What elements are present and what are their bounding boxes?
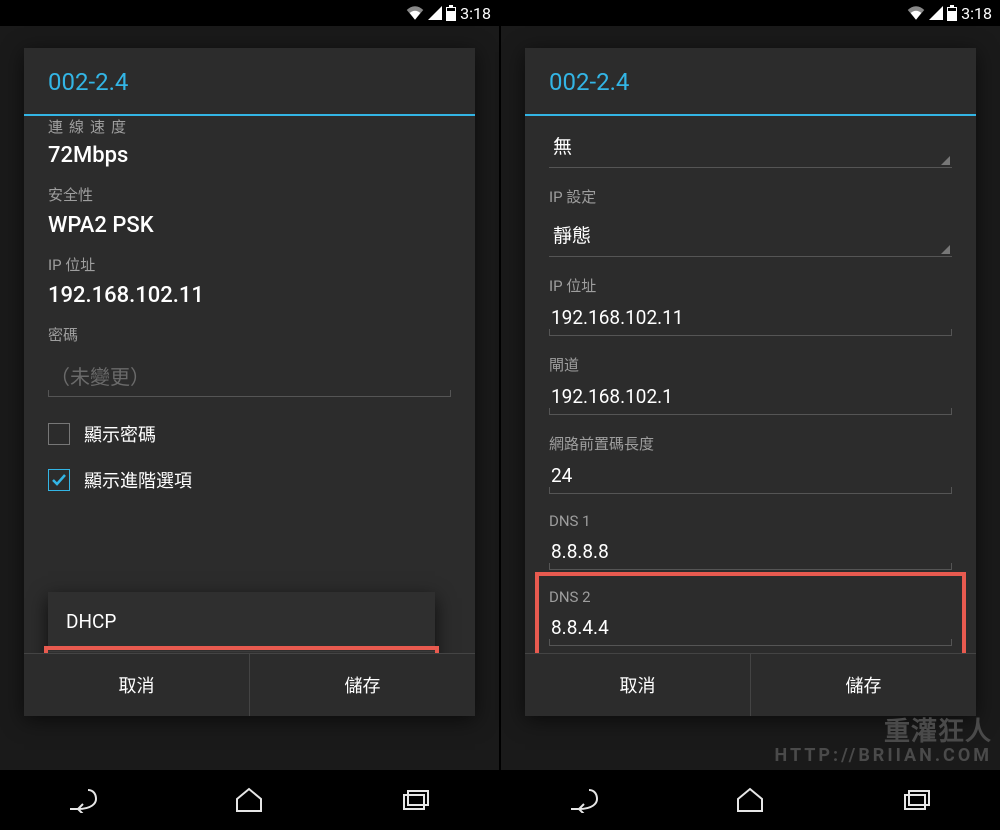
dns1-label: DNS 1 xyxy=(525,504,976,532)
ip-settings-spinner[interactable]: 靜態 xyxy=(549,213,952,257)
show-advanced-label: 顯示進階選項 xyxy=(84,467,192,493)
ip-address-label: IP 位址 xyxy=(48,254,451,275)
phone-left: 3:18 002-2.4 連線速度 72Mbps 安全性 WPA2 PSK IP… xyxy=(0,0,499,830)
password-input[interactable]: （未變更） xyxy=(48,355,451,397)
signal-icon xyxy=(428,6,442,20)
link-speed-label: 連線速度 xyxy=(24,116,475,137)
battery-icon xyxy=(947,5,957,21)
dropdown-item-dhcp[interactable]: DHCP xyxy=(48,592,435,652)
proxy-spinner[interactable]: 無 xyxy=(549,124,952,168)
dialog-buttons: 取消 儲存 xyxy=(24,653,475,716)
show-password-label: 顯示密碼 xyxy=(84,421,156,447)
save-button[interactable]: 儲存 xyxy=(250,654,475,716)
dropdown-item-static[interactable]: 靜態 xyxy=(48,652,435,653)
dns1-value: 8.8.8.8 xyxy=(551,540,609,563)
wifi-dialog: 002-2.4 無 IP 設定 靜態 IP 位址 192.168.102.11 … xyxy=(525,48,976,716)
prefix-input[interactable]: 24 xyxy=(549,458,952,494)
dialog-buttons: 取消 儲存 xyxy=(525,653,976,716)
status-bar: 3:18 xyxy=(0,0,499,26)
show-advanced-checkbox[interactable] xyxy=(48,469,70,491)
home-icon[interactable] xyxy=(734,784,766,816)
home-icon[interactable] xyxy=(233,784,265,816)
battery-icon xyxy=(446,5,456,21)
recent-icon[interactable] xyxy=(400,784,432,816)
cancel-button[interactable]: 取消 xyxy=(525,654,751,716)
gateway-label: 閘道 xyxy=(525,346,976,377)
nav-bar xyxy=(0,770,499,830)
dns2-value: 8.8.4.4 xyxy=(551,616,609,639)
show-password-row[interactable]: 顯示密碼 xyxy=(24,411,475,457)
proxy-value: 無 xyxy=(553,135,572,158)
dialog-body: 無 IP 設定 靜態 IP 位址 192.168.102.11 閘道 192.1… xyxy=(525,116,976,653)
ip-settings-dropdown: DHCP 靜態 xyxy=(48,592,435,653)
wifi-icon xyxy=(907,6,925,20)
show-advanced-row[interactable]: 顯示進階選項 xyxy=(24,457,475,503)
nav-bar xyxy=(501,770,1000,830)
signal-icon xyxy=(929,6,943,20)
ip-address-value: 192.168.102.11 xyxy=(48,283,451,308)
status-bar: 3:18 xyxy=(501,0,1000,26)
status-time: 3:18 xyxy=(460,4,491,23)
back-icon[interactable] xyxy=(568,784,600,816)
link-speed-value: 72Mbps xyxy=(48,143,451,168)
cancel-button[interactable]: 取消 xyxy=(24,654,250,716)
watermark-line2: HTTP://BRIIAN.COM xyxy=(775,746,993,766)
recent-icon[interactable] xyxy=(901,784,933,816)
wifi-dialog: 002-2.4 連線速度 72Mbps 安全性 WPA2 PSK IP 位址 1… xyxy=(24,48,475,716)
phone-right: 3:18 002-2.4 無 IP 設定 靜態 IP 位址 192.168.10… xyxy=(501,0,1000,830)
watermark-line1: 重灌狂人 xyxy=(775,718,993,747)
security-label: 安全性 xyxy=(48,184,451,205)
ip-settings-value: 靜態 xyxy=(553,224,591,247)
prefix-label: 網路前置碼長度 xyxy=(525,425,976,456)
security-value: WPA2 PSK xyxy=(48,213,451,238)
dns2-input[interactable]: 8.8.4.4 xyxy=(549,610,952,646)
password-placeholder: （未變更） xyxy=(50,365,150,389)
wifi-icon xyxy=(406,6,424,20)
status-time: 3:18 xyxy=(961,4,992,23)
dns2-label: DNS 2 xyxy=(525,580,976,608)
save-button[interactable]: 儲存 xyxy=(751,654,976,716)
gateway-value: 192.168.102.1 xyxy=(551,385,673,408)
dialog-title: 002-2.4 xyxy=(24,48,475,116)
prefix-value: 24 xyxy=(551,464,572,487)
dns1-input[interactable]: 8.8.8.8 xyxy=(549,534,952,570)
password-label: 密碼 xyxy=(48,324,451,345)
ip-address-label: IP 位址 xyxy=(525,267,976,298)
show-password-checkbox[interactable] xyxy=(48,423,70,445)
ip-address-value: 192.168.102.11 xyxy=(551,306,684,329)
watermark: 重灌狂人 HTTP://BRIIAN.COM xyxy=(775,718,993,766)
ip-address-input[interactable]: 192.168.102.11 xyxy=(549,300,952,336)
back-icon[interactable] xyxy=(67,784,99,816)
ip-settings-label: IP 設定 xyxy=(525,178,976,209)
dialog-body: 連線速度 72Mbps 安全性 WPA2 PSK IP 位址 192.168.1… xyxy=(24,116,475,653)
gateway-input[interactable]: 192.168.102.1 xyxy=(549,379,952,415)
dialog-title: 002-2.4 xyxy=(525,48,976,116)
